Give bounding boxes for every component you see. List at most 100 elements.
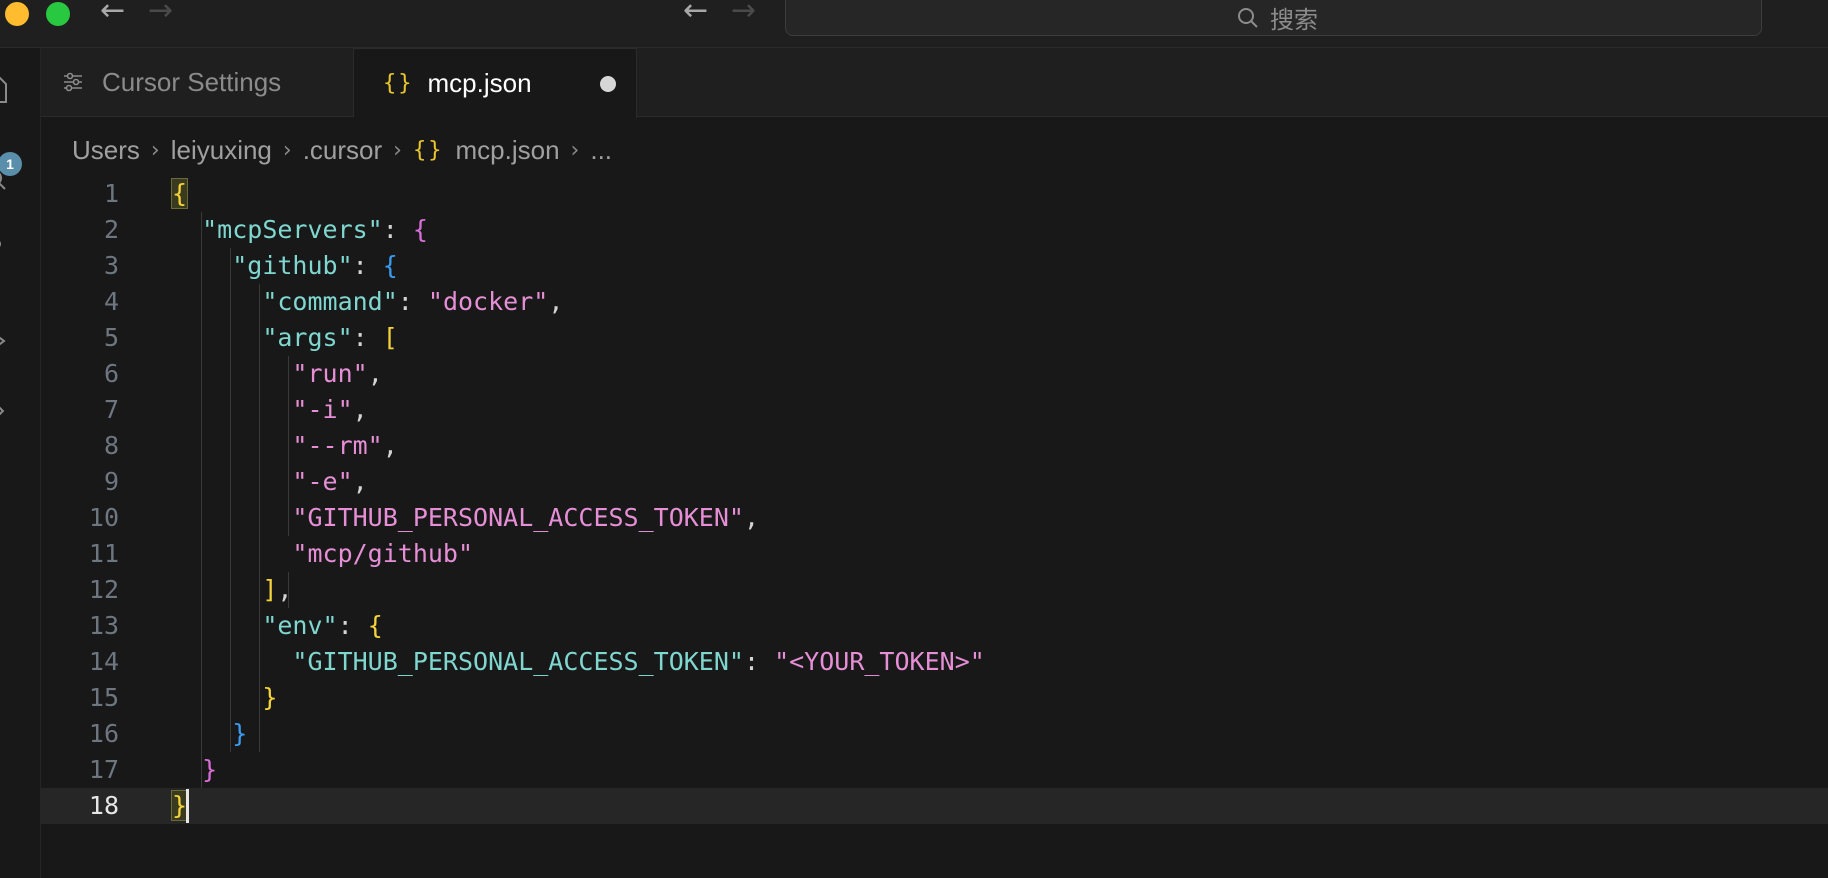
forward-arrow-icon[interactable]: → [148,0,173,26]
breadcrumb-item[interactable]: mcp.json [455,135,559,166]
tab-mcp-json[interactable]: {} mcp.json [354,48,637,118]
forward-arrow-icon[interactable]: → [731,0,756,26]
explorer-icon[interactable] [0,74,12,104]
code-text: } [172,752,217,788]
code-token: "mcpServers" [202,215,383,244]
code-line[interactable]: 7 "-i", [41,392,1828,428]
search-icon [1238,7,1258,28]
breadcrumb-item[interactable]: ... [590,135,612,166]
breadcrumb-item[interactable]: Users [72,135,140,166]
text-cursor [186,789,189,823]
code-line[interactable]: 4 "command": "docker", [41,284,1828,320]
code-text: { [170,176,189,212]
run-debug-icon[interactable] [0,328,12,358]
code-line[interactable]: 18} [41,788,1828,824]
code-line[interactable]: 3 "github": { [41,248,1828,284]
editor-tab-bar: Cursor Settings {} mcp.json [41,48,1828,118]
code-line[interactable]: 17 } [41,752,1828,788]
line-number: 9 [103,467,119,496]
code-line[interactable]: 12 ], [41,572,1828,608]
line-number: 18 [88,791,119,820]
code-token: } [170,790,189,821]
code-text: } [172,680,277,716]
chevron-right-icon: › [150,137,160,163]
search-sidebar-icon[interactable] [0,166,12,196]
code-token: ] [262,575,278,604]
code-token: "--rm" [292,431,383,460]
code-line[interactable]: 9 "-e", [41,464,1828,500]
code-token: : [352,251,383,280]
code-token: , [352,467,368,496]
code-line[interactable]: 16 } [41,716,1828,752]
code-text: "GITHUB_PERSONAL_ACCESS_TOKEN": "<YOUR_T… [172,644,984,680]
chevron-right-icon: › [393,137,402,163]
code-token: "command" [262,287,398,316]
code-line[interactable]: 13 "env": { [41,608,1828,644]
unsaved-dot-icon[interactable] [600,75,616,92]
code-token: , [367,359,383,388]
minimize-button[interactable] [5,2,29,26]
title-bar: ← → ← → 搜索 [0,0,1828,48]
code-text: "--rm", [172,428,397,464]
code-token: "env" [262,611,338,640]
editor-window: ← → ← → 搜索 1 Cursor Settings {} mcp.json… [0,0,1828,878]
code-token: { [382,251,398,280]
code-token: : [382,215,413,244]
code-token: "-i" [292,395,353,424]
code-text: "run", [172,356,383,392]
line-number: 14 [88,647,119,676]
code-text: "command": "docker", [172,284,563,320]
code-line[interactable]: 10 "GITHUB_PERSONAL_ACCESS_TOKEN", [41,500,1828,536]
line-number: 7 [103,395,119,424]
line-number: 1 [103,179,119,208]
code-line[interactable]: 8 "--rm", [41,428,1828,464]
code-line[interactable]: 5 "args": [ [41,320,1828,356]
settings-sliders-icon [64,72,82,92]
activity-bar: 1 [0,48,41,878]
json-braces-icon: {} [383,71,414,96]
code-token: { [412,215,428,244]
code-token: } [262,683,278,712]
back-arrow-icon[interactable]: ← [683,0,708,26]
maximize-button[interactable] [46,2,70,26]
code-token: , [277,575,293,604]
line-number: 16 [88,719,119,748]
json-braces-icon: {} [412,137,444,163]
tab-cursor-settings[interactable]: Cursor Settings [41,48,354,116]
code-text: } [170,788,189,824]
source-control-icon[interactable] [0,236,12,266]
line-number: 11 [88,539,119,568]
command-search-box[interactable]: 搜索 [785,0,1762,36]
back-arrow-icon[interactable]: ← [100,0,125,26]
code-token: , [548,287,564,316]
code-line[interactable]: 11 "mcp/github" [41,536,1828,572]
code-token: : [397,287,428,316]
code-line[interactable]: 6 "run", [41,356,1828,392]
code-token: , [743,503,760,532]
code-editor[interactable]: 1{2 "mcpServers": {3 "github": {4 "comma… [41,176,1828,878]
line-number: 17 [88,755,119,784]
code-token: { [170,178,189,209]
code-line[interactable]: 2 "mcpServers": { [41,212,1828,248]
code-text: "-i", [172,392,367,428]
code-token: [ [382,323,398,352]
breadcrumb-item[interactable]: .cursor [303,135,382,166]
code-token: } [232,719,248,748]
code-line[interactable]: 1{ [41,176,1828,212]
code-text: "args": [ [172,320,398,356]
code-token: "GITHUB_PERSONAL_ACCESS_TOKEN" [292,503,744,532]
code-token: : [337,611,368,640]
breadcrumb-item[interactable]: leiyuxing [171,135,272,166]
code-line[interactable]: 15 } [41,680,1828,716]
code-line[interactable]: 14 "GITHUB_PERSONAL_ACCESS_TOKEN": "<YOU… [41,644,1828,680]
extensions-icon[interactable] [0,400,12,446]
